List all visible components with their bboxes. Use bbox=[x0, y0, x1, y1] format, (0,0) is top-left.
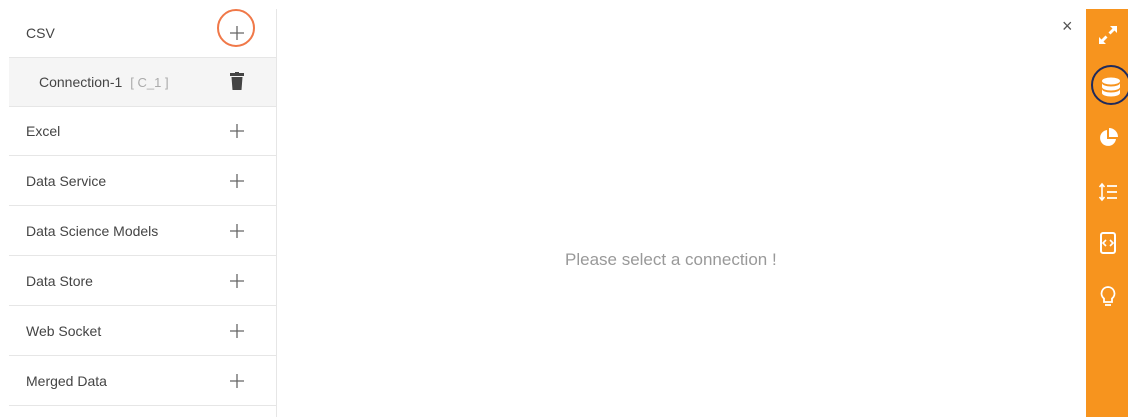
right-toolbar bbox=[1086, 9, 1128, 417]
sidebar-connection-1[interactable]: Connection-1 [ C_1 ] bbox=[9, 58, 276, 107]
sidebar-item-data-service[interactable]: Data Service bbox=[9, 157, 276, 206]
plus-icon bbox=[230, 174, 244, 188]
delete-connection-button[interactable] bbox=[230, 72, 244, 90]
add-excel-button[interactable] bbox=[227, 121, 247, 141]
plus-icon bbox=[230, 26, 244, 40]
expand-icon bbox=[1099, 26, 1117, 44]
charts-button[interactable] bbox=[1096, 126, 1120, 150]
sort-list-icon bbox=[1098, 182, 1117, 202]
plus-icon bbox=[230, 274, 244, 288]
script-button[interactable] bbox=[1096, 231, 1120, 255]
empty-state-message: Please select a connection ! bbox=[565, 250, 777, 269]
connection-label: Connection-1 bbox=[39, 74, 123, 90]
sidebar-item-csv[interactable]: CSV bbox=[9, 9, 276, 58]
close-button[interactable]: × bbox=[1062, 16, 1073, 37]
add-data-science-models-button[interactable] bbox=[227, 221, 247, 241]
sort-list-button[interactable] bbox=[1096, 180, 1120, 204]
plus-icon bbox=[230, 324, 244, 338]
data-connectors-button[interactable] bbox=[1099, 75, 1123, 99]
connection-tag: [ C_1 ] bbox=[130, 75, 169, 90]
lightbulb-icon bbox=[1100, 286, 1116, 306]
add-data-store-button[interactable] bbox=[227, 271, 247, 291]
expand-button[interactable] bbox=[1096, 23, 1120, 47]
connection-sidebar: CSV Connection-1 [ C_1 ] Excel Data Servi… bbox=[9, 9, 277, 417]
add-data-service-button[interactable] bbox=[227, 171, 247, 191]
plus-icon bbox=[230, 224, 244, 238]
plus-icon bbox=[230, 374, 244, 388]
plus-icon bbox=[230, 124, 244, 138]
sidebar-item-merged-data[interactable]: Merged Data bbox=[9, 357, 276, 406]
sidebar-item-web-socket[interactable]: Web Socket bbox=[9, 307, 276, 356]
sidebar-item-data-store[interactable]: Data Store bbox=[9, 257, 276, 306]
add-csv-button[interactable] bbox=[227, 23, 247, 43]
insights-button[interactable] bbox=[1096, 285, 1120, 309]
sidebar-item-data-science-models[interactable]: Data Science Models bbox=[9, 207, 276, 256]
database-icon bbox=[1102, 77, 1120, 97]
pie-chart-icon bbox=[1100, 128, 1118, 146]
code-icon bbox=[1100, 232, 1116, 254]
sidebar-item-excel[interactable]: Excel bbox=[9, 107, 276, 156]
add-merged-data-button[interactable] bbox=[227, 371, 247, 391]
add-web-socket-button[interactable] bbox=[227, 321, 247, 341]
trash-icon bbox=[230, 72, 244, 90]
